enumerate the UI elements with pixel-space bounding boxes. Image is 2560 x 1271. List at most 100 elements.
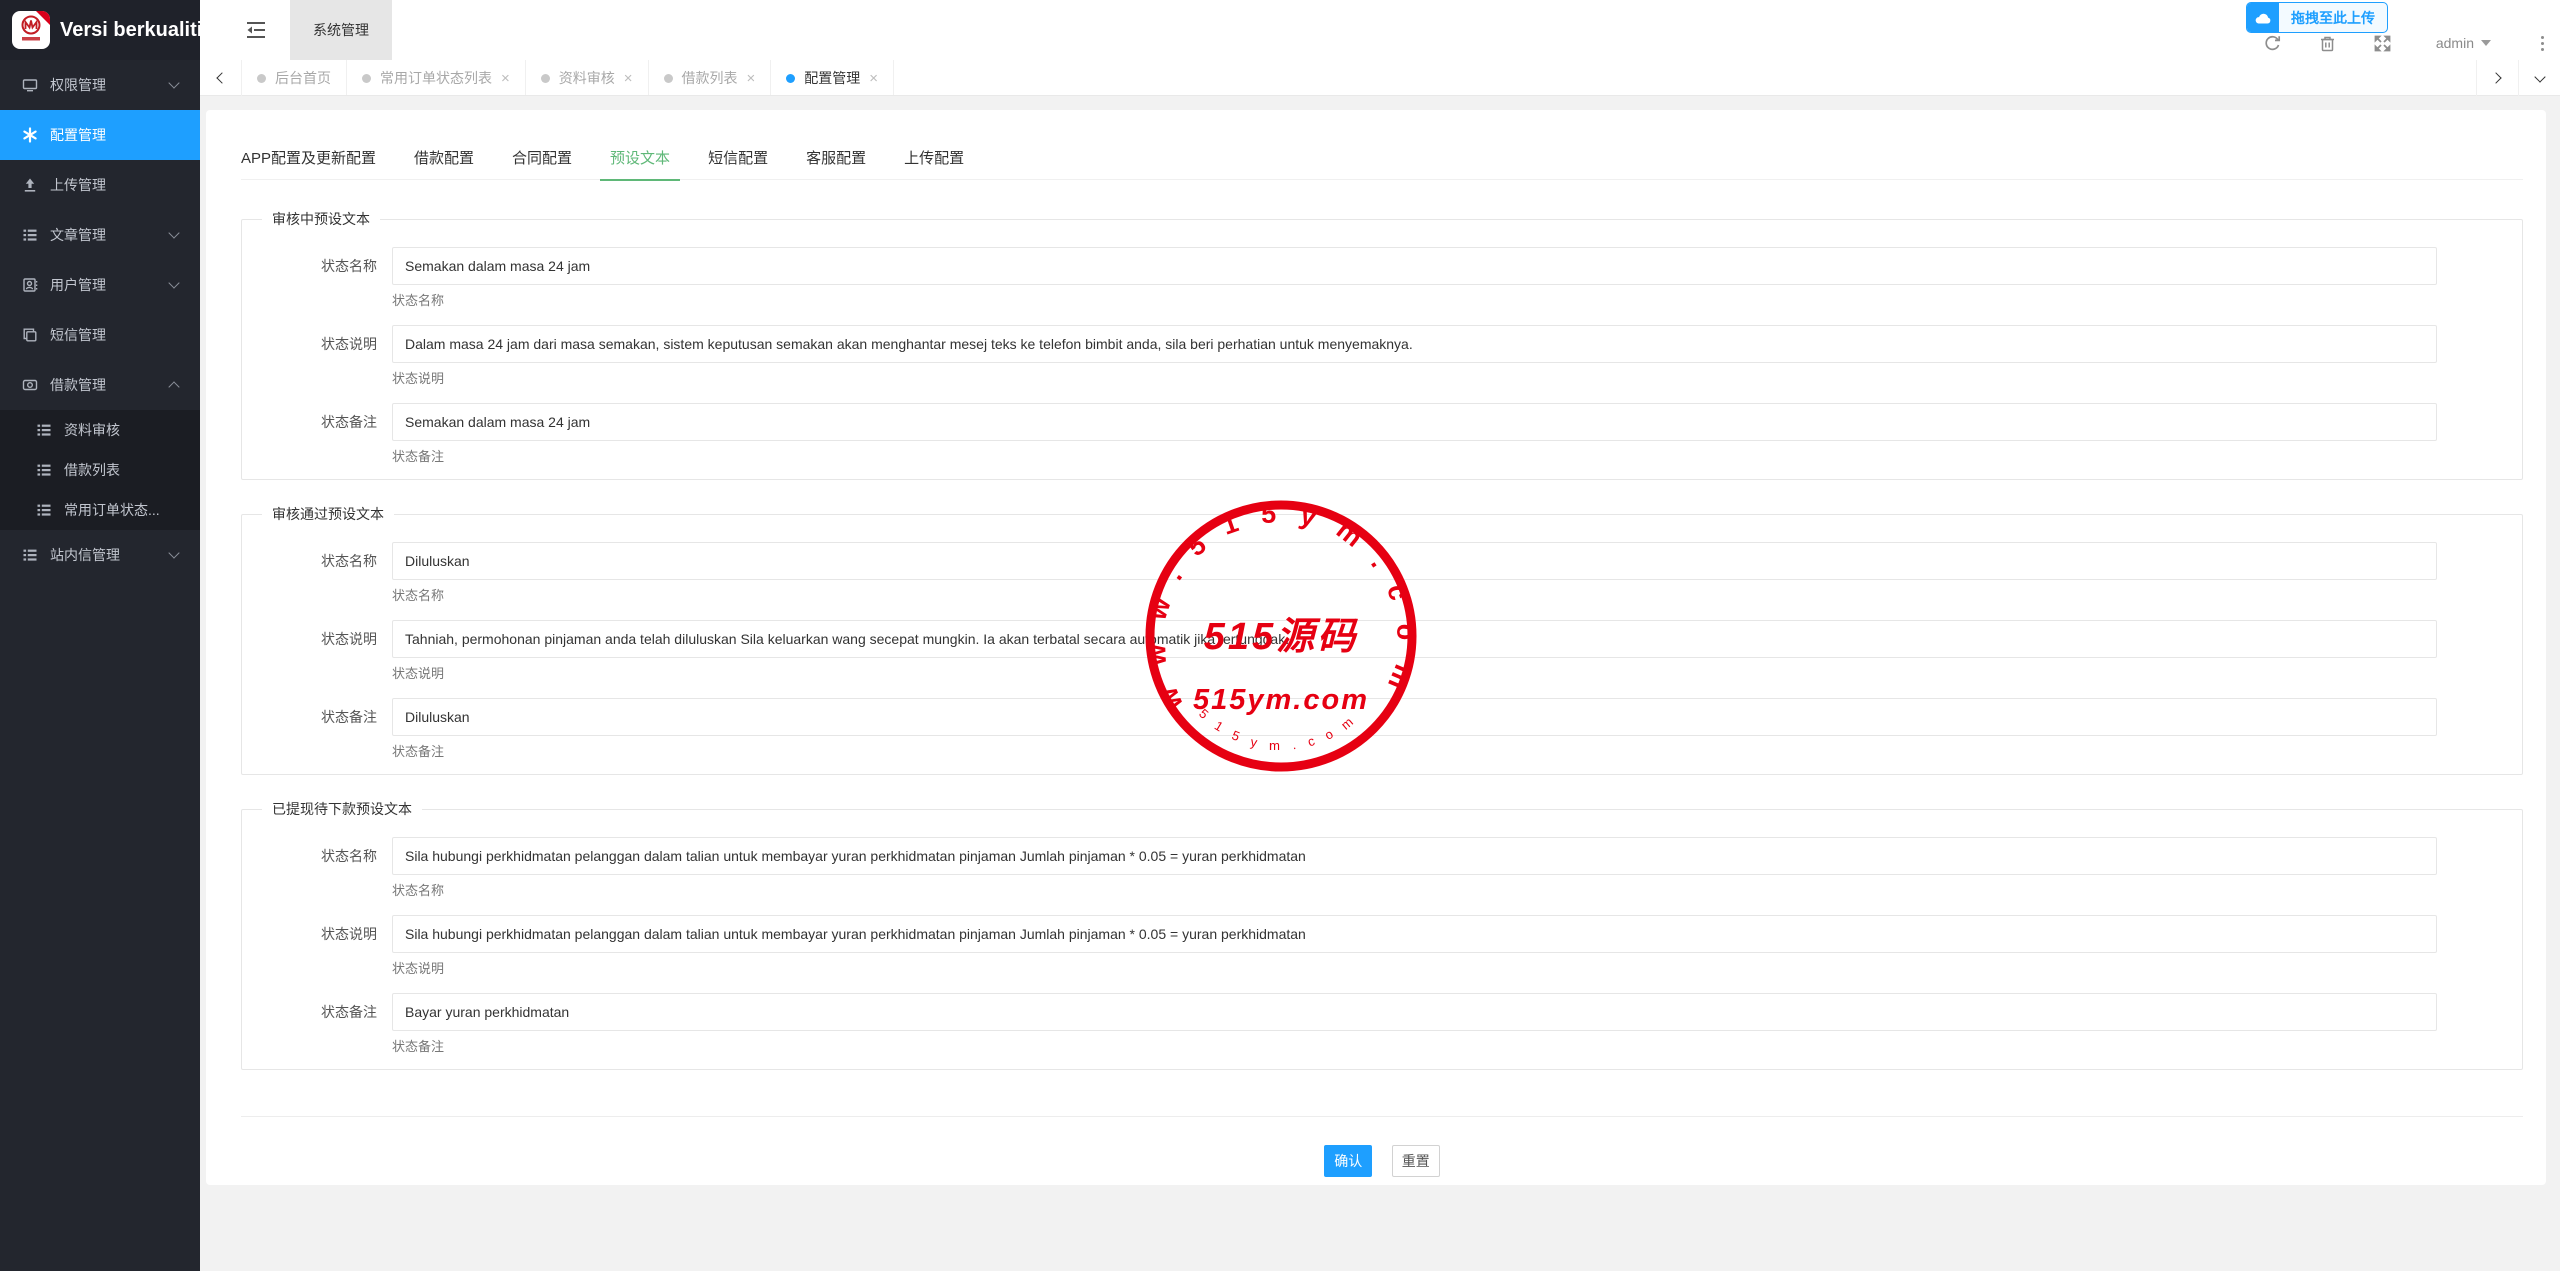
fullscreen-icon[interactable] bbox=[2373, 34, 2392, 53]
field-label: 状态备注 bbox=[242, 993, 377, 1055]
close-icon[interactable]: × bbox=[869, 71, 878, 86]
tab-upload-config[interactable]: 上传配置 bbox=[904, 138, 964, 180]
sidebar-item-sms[interactable]: 短信管理 bbox=[0, 310, 200, 360]
status-remark-input[interactable] bbox=[392, 698, 2437, 736]
chevron-down-icon bbox=[168, 277, 179, 288]
open-tabs-bar: 后台首页 常用订单状态列表 × 资料审核 × 借款列表 × 配置管理 × bbox=[200, 60, 2560, 96]
user-menu[interactable]: admin bbox=[2428, 35, 2499, 51]
sidebar-item-loan-list[interactable]: 借款列表 bbox=[0, 450, 200, 490]
tab-label: 借款列表 bbox=[682, 68, 738, 88]
field-label: 状态说明 bbox=[242, 325, 377, 403]
field-label: 状态备注 bbox=[242, 698, 377, 760]
refresh-icon[interactable] bbox=[2263, 34, 2282, 53]
user-card-icon bbox=[22, 277, 38, 293]
sidebar-item-article[interactable]: 文章管理 bbox=[0, 210, 200, 260]
chevron-down-icon bbox=[168, 547, 179, 558]
sidebar-item-user[interactable]: 用户管理 bbox=[0, 260, 200, 310]
chevron-up-icon bbox=[168, 381, 179, 392]
field-label: 状态备注 bbox=[242, 403, 377, 465]
tab-dashboard[interactable]: 后台首页 bbox=[242, 60, 347, 95]
sidebar-item-upload[interactable]: 上传管理 bbox=[0, 160, 200, 210]
top-header: 系统管理 拖拽至此上传 admin bbox=[200, 0, 2560, 60]
tabs-menu-button[interactable] bbox=[2518, 60, 2560, 96]
topmenu-system-management[interactable]: 系统管理 bbox=[290, 0, 392, 60]
status-name-input[interactable] bbox=[392, 247, 2437, 285]
config-card: APP配置及更新配置 借款配置 合同配置 预设文本 短信配置 客服配置 上传配置… bbox=[206, 110, 2546, 1185]
content-area: APP配置及更新配置 借款配置 合同配置 预设文本 短信配置 客服配置 上传配置… bbox=[200, 96, 2560, 1271]
tab-dot-icon bbox=[541, 74, 550, 83]
tab-customer-service-config[interactable]: 客服配置 bbox=[806, 138, 866, 180]
divider bbox=[241, 1116, 2523, 1117]
field-hint: 状态备注 bbox=[392, 449, 2437, 465]
confirm-button[interactable]: 确认 bbox=[1324, 1145, 1372, 1177]
status-description-input[interactable] bbox=[392, 915, 2437, 953]
sidebar-item-label: 资料审核 bbox=[64, 420, 120, 440]
logo-bar: Versi berkualiti bbox=[0, 0, 200, 60]
reset-button[interactable]: 重置 bbox=[1392, 1145, 1440, 1177]
fieldset-legend: 已提现待下款预设文本 bbox=[262, 799, 422, 819]
sidebar-item-loan[interactable]: 借款管理 bbox=[0, 360, 200, 410]
status-description-input[interactable] bbox=[392, 620, 2437, 658]
tab-data-review[interactable]: 资料审核 × bbox=[526, 60, 649, 95]
tab-preset-text[interactable]: 预设文本 bbox=[610, 138, 670, 180]
loan-submenu: 资料审核 借款列表 常用订单状态... bbox=[0, 410, 200, 530]
ribbon-icon bbox=[36, 11, 50, 25]
form-row: 状态名称 状态名称 bbox=[242, 542, 2522, 620]
drag-upload-button[interactable]: 拖拽至此上传 bbox=[2246, 2, 2388, 33]
sidebar-item-site-mail[interactable]: 站内信管理 bbox=[0, 530, 200, 580]
caret-down-icon bbox=[2481, 40, 2491, 46]
chevron-down-icon bbox=[168, 77, 179, 88]
sidebar: Versi berkualiti 权限管理 配置管理 上传管理 文章管 bbox=[0, 0, 200, 1271]
tab-dot-icon bbox=[786, 74, 795, 83]
trash-icon[interactable] bbox=[2318, 34, 2337, 53]
tab-sms-config[interactable]: 短信配置 bbox=[708, 138, 768, 180]
field-hint: 状态名称 bbox=[392, 588, 2437, 604]
close-icon[interactable]: × bbox=[501, 71, 510, 86]
status-description-input[interactable] bbox=[392, 325, 2437, 363]
fieldset-approved: 审核通过预设文本 状态名称 状态名称 状态说明 状态说明 状态 bbox=[241, 504, 2523, 775]
sidebar-item-label: 借款列表 bbox=[64, 460, 120, 480]
tabs-scroll-right-button[interactable] bbox=[2476, 60, 2518, 96]
sidebar-item-permission[interactable]: 权限管理 bbox=[0, 60, 200, 110]
tab-contract-config[interactable]: 合同配置 bbox=[512, 138, 572, 180]
form-row: 状态说明 状态说明 bbox=[242, 325, 2522, 403]
asterisk-icon bbox=[22, 127, 38, 143]
tab-app-config[interactable]: APP配置及更新配置 bbox=[241, 138, 376, 180]
tab-label: 后台首页 bbox=[275, 68, 331, 88]
chevron-down-icon bbox=[168, 227, 179, 238]
form-row: 状态名称 状态名称 bbox=[242, 837, 2522, 915]
fieldset-withdrawn-pending: 已提现待下款预设文本 状态名称 状态名称 状态说明 状态说明 bbox=[241, 799, 2523, 1070]
chevron-down-icon bbox=[2534, 71, 2545, 82]
tab-loan-list[interactable]: 借款列表 × bbox=[649, 60, 772, 95]
close-icon[interactable]: × bbox=[624, 71, 633, 86]
drag-upload-label: 拖拽至此上传 bbox=[2279, 8, 2387, 28]
article-icon bbox=[22, 227, 38, 243]
chevron-right-icon bbox=[2490, 72, 2501, 83]
status-remark-input[interactable] bbox=[392, 403, 2437, 441]
fieldset-legend: 审核中预设文本 bbox=[262, 209, 380, 229]
sidebar-item-data-review[interactable]: 资料审核 bbox=[0, 410, 200, 450]
open-tabs: 后台首页 常用订单状态列表 × 资料审核 × 借款列表 × 配置管理 × bbox=[242, 60, 2476, 95]
banknote-icon bbox=[22, 377, 38, 393]
more-options-icon[interactable] bbox=[2535, 36, 2550, 51]
tabs-scroll-left-button[interactable] bbox=[200, 60, 242, 96]
fieldset-under-review: 审核中预设文本 状态名称 状态名称 状态说明 状态说明 状态备 bbox=[241, 209, 2523, 480]
form-row: 状态备注 状态备注 bbox=[242, 403, 2522, 465]
collapse-menu-icon[interactable] bbox=[246, 21, 266, 39]
sidebar-item-config[interactable]: 配置管理 bbox=[0, 110, 200, 160]
field-hint: 状态说明 bbox=[392, 371, 2437, 387]
list-icon bbox=[36, 462, 52, 478]
field-hint: 状态说明 bbox=[392, 961, 2437, 977]
tab-loan-config[interactable]: 借款配置 bbox=[414, 138, 474, 180]
status-remark-input[interactable] bbox=[392, 993, 2437, 1031]
tab-config-management[interactable]: 配置管理 × bbox=[771, 60, 894, 95]
tab-order-status-list[interactable]: 常用订单状态列表 × bbox=[347, 60, 526, 95]
status-name-input[interactable] bbox=[392, 542, 2437, 580]
status-name-input[interactable] bbox=[392, 837, 2437, 875]
app-logo bbox=[12, 11, 50, 49]
fieldset-legend: 审核通过预设文本 bbox=[262, 504, 394, 524]
close-icon[interactable]: × bbox=[747, 71, 756, 86]
field-label: 状态说明 bbox=[242, 915, 377, 993]
sidebar-item-order-status[interactable]: 常用订单状态... bbox=[0, 490, 200, 530]
field-hint: 状态名称 bbox=[392, 293, 2437, 309]
